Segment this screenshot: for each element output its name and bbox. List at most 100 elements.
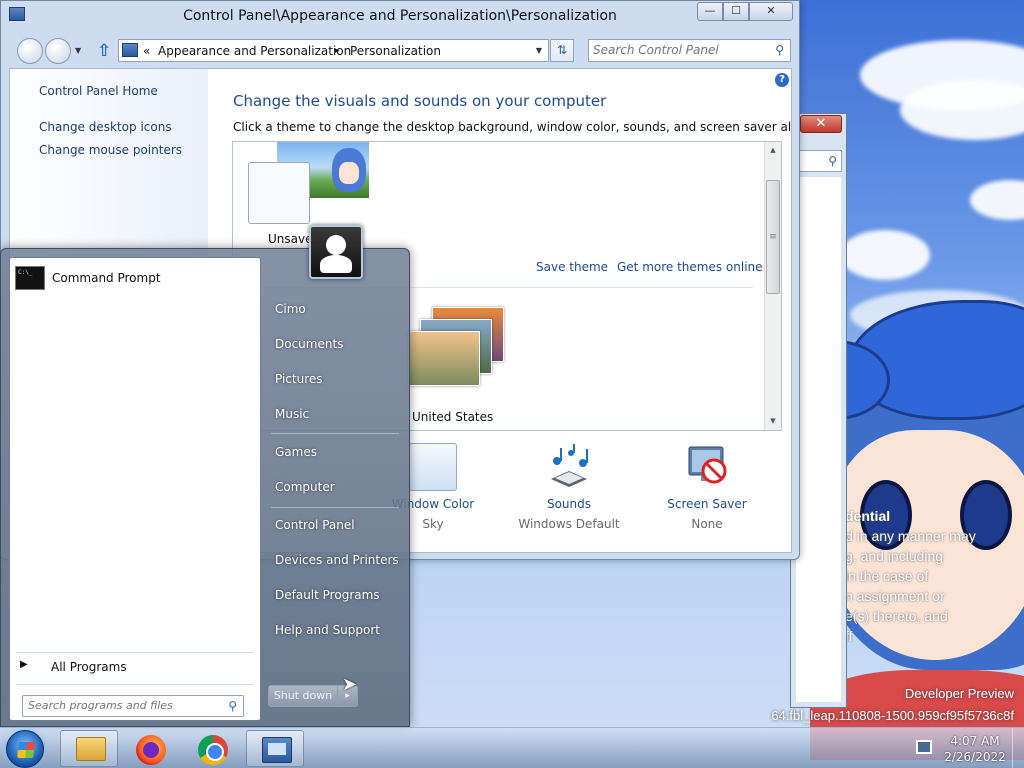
page-title: Change the visuals and sounds on your co…: [233, 92, 607, 110]
music-notes-icon: [551, 444, 588, 487]
confidential-line: d in any manner may: [845, 528, 976, 544]
chrome-icon: [198, 735, 228, 765]
taskbar-control-panel-button[interactable]: [246, 730, 304, 767]
address-dropdown-icon[interactable]: ▼: [536, 46, 542, 55]
scrollbar[interactable]: ▲ ≡ ▼: [764, 142, 781, 430]
title-bar[interactable]: Control Panel\Appearance and Personaliza…: [1, 1, 799, 33]
navigation-bar: ▼ ⇧ « Appearance and Personalization ▸ P…: [1, 36, 799, 66]
confidential-line: e(s) thereto, and: [845, 608, 948, 624]
close-button[interactable]: ✕: [749, 2, 793, 21]
theme-preview-character: [332, 148, 366, 192]
divider: [16, 652, 254, 653]
sounds-icon[interactable]: [545, 443, 593, 491]
control-panel-icon: [122, 43, 138, 57]
help-icon[interactable]: ?: [775, 73, 789, 87]
search-icon: ⚲: [828, 154, 837, 168]
taskbar-chrome-button[interactable]: [184, 730, 242, 767]
page-description: Click a theme to change the desktop back…: [233, 120, 792, 134]
taskbar-firefox-button[interactable]: [122, 730, 180, 767]
back-button[interactable]: [17, 38, 43, 64]
program-item-command-prompt[interactable]: C:\_ Command Prompt: [14, 264, 256, 294]
search-input[interactable]: [593, 43, 763, 57]
sidebar-item-control-panel-home[interactable]: Control Panel Home: [39, 84, 158, 98]
recent-pages-icon[interactable]: ▼: [75, 46, 81, 55]
all-programs-button[interactable]: ▶ All Programs: [18, 656, 254, 678]
window-body: [796, 177, 841, 702]
address-bar[interactable]: « Appearance and Personalization ▸ Perso…: [118, 39, 549, 62]
build-string: 64.fbl_leap.110808-1500.959cf95f5736c8f: [771, 708, 1014, 723]
start-link-music[interactable]: Music: [275, 407, 309, 421]
start-link-user[interactable]: Cimo: [275, 302, 306, 316]
start-menu-programs: C:\_ Command Prompt ▶ All Programs ⚲: [9, 257, 261, 721]
minimize-button[interactable]: —: [697, 2, 723, 21]
clock-date: 2/26/2022: [944, 750, 1006, 764]
unsaved-theme-thumbnail[interactable]: [248, 162, 310, 224]
sidebar-item-mouse-pointers[interactable]: Change mouse pointers: [39, 143, 182, 157]
forward-button[interactable]: [45, 38, 71, 64]
united-states-theme-label[interactable]: United States: [412, 410, 493, 424]
start-button[interactable]: [6, 730, 44, 768]
start-search-box[interactable]: ⚲: [22, 695, 244, 717]
all-programs-label[interactable]: All Programs: [51, 660, 127, 674]
united-states-theme-thumbnail[interactable]: [408, 307, 508, 407]
screen-saver-label[interactable]: Screen Saver: [642, 497, 772, 511]
shut-down-button[interactable]: Shut down: [268, 685, 338, 707]
divider: [271, 433, 399, 434]
up-arrow-icon[interactable]: ⇧: [97, 41, 111, 61]
theme-card: [408, 331, 480, 386]
search-icon[interactable]: ⚲: [775, 43, 784, 57]
divider: [16, 684, 254, 685]
show-desktop-button[interactable]: [1012, 728, 1024, 768]
firefox-icon: [136, 735, 166, 765]
breadcrumb-appearance[interactable]: Appearance and Personalization: [158, 44, 351, 58]
cloud: [900, 80, 1024, 140]
start-link-games[interactable]: Games: [275, 445, 317, 459]
sounds-label[interactable]: Sounds: [504, 497, 634, 511]
theme-settings: Window Color Sky Sounds Windows Default …: [392, 443, 778, 543]
window-color-icon[interactable]: [409, 443, 457, 491]
arrow-right-icon: ▶: [20, 659, 28, 670]
taskbar: 4:07 AM 2/26/2022: [0, 727, 1024, 768]
cloud: [840, 230, 930, 280]
refresh-button[interactable]: ⇅: [550, 39, 574, 62]
search-box[interactable]: ⚲: [588, 39, 791, 62]
start-link-computer[interactable]: Computer: [275, 480, 335, 494]
screen-saver-icon[interactable]: [683, 443, 731, 491]
scroll-up-arrow-icon[interactable]: ▲: [765, 142, 781, 159]
program-label[interactable]: Command Prompt: [52, 271, 161, 285]
scroll-thumb[interactable]: ≡: [766, 180, 780, 294]
start-link-pictures[interactable]: Pictures: [275, 372, 323, 386]
command-prompt-icon: C:\_: [15, 266, 45, 290]
screen-saver-setting[interactable]: Screen Saver None: [642, 443, 772, 531]
breadcrumb-separator-icon[interactable]: ▸: [335, 46, 340, 56]
get-more-themes-link[interactable]: Get more themes online: [617, 260, 763, 274]
search-input[interactable]: ⚲: [796, 150, 842, 172]
start-search-input[interactable]: [28, 699, 213, 712]
start-link-default-programs[interactable]: Default Programs: [275, 588, 380, 602]
start-link-devices-printers[interactable]: Devices and Printers: [275, 553, 399, 567]
search-icon[interactable]: ⚲: [228, 699, 237, 713]
divider: [271, 507, 399, 508]
taskbar-explorer-button[interactable]: [60, 730, 118, 767]
save-theme-link[interactable]: Save theme: [536, 260, 608, 274]
close-button[interactable]: ✕: [800, 115, 842, 133]
start-menu: C:\_ Command Prompt ▶ All Programs ⚲ Cim…: [0, 225, 410, 727]
start-link-help-support[interactable]: Help and Support: [275, 623, 380, 637]
confidential-title: dential: [845, 508, 891, 524]
clock[interactable]: 4:07 AM 2/26/2022: [940, 733, 1010, 765]
start-link-control-panel[interactable]: Control Panel: [275, 518, 355, 532]
windows-logo-icon: [17, 742, 35, 758]
sidebar-item-desktop-icons[interactable]: Change desktop icons: [39, 120, 172, 134]
confidential-overlay: dential d in any manner may g, and inclu…: [845, 506, 1024, 646]
start-menu-places: Cimo Documents Pictures Music Games Comp…: [263, 225, 409, 727]
breadcrumb-personalization[interactable]: Personalization: [350, 44, 441, 58]
user-avatar[interactable]: [309, 225, 363, 279]
sounds-setting[interactable]: Sounds Windows Default: [504, 443, 634, 531]
clock-time: 4:07 AM: [950, 734, 1000, 748]
maximize-button[interactable]: ☐: [723, 2, 749, 21]
scroll-down-arrow-icon[interactable]: ▼: [765, 413, 781, 430]
network-icon[interactable]: [916, 740, 932, 754]
start-link-documents[interactable]: Documents: [275, 337, 343, 351]
no-screen-saver-icon: [688, 446, 727, 484]
breadcrumb-chevron[interactable]: «: [143, 44, 150, 58]
